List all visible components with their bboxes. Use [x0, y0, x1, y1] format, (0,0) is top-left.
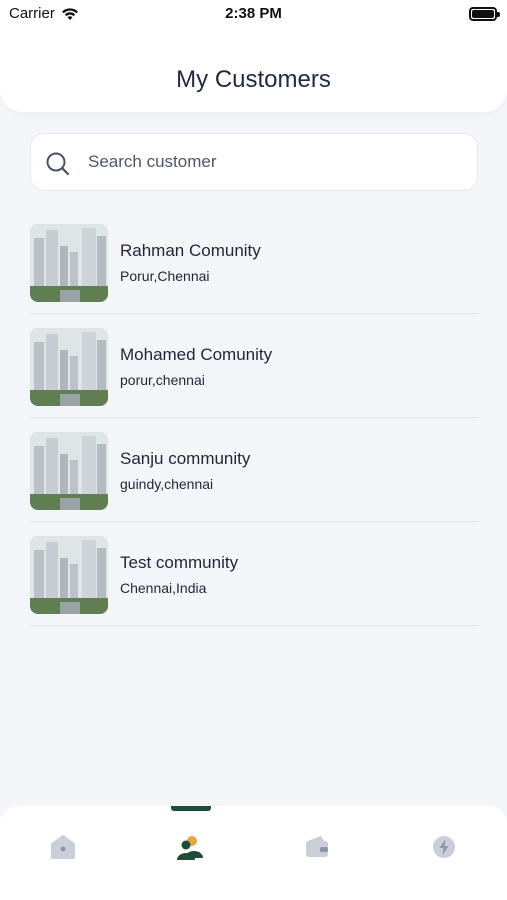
- customer-name: Mohamed Comunity: [120, 345, 273, 364]
- search-icon: [46, 152, 70, 176]
- customer-location: porur,chennai: [120, 372, 205, 388]
- customer-location: Chennai,India: [120, 580, 207, 596]
- customer-thumbnail: [30, 432, 108, 510]
- tab-bar: [0, 806, 507, 900]
- wallet-icon: [306, 836, 328, 857]
- customer-name: Test community: [120, 553, 239, 572]
- tab-wallet[interactable]: [254, 806, 380, 900]
- customer-name: Rahman Comunity: [120, 241, 261, 260]
- customer-list: Rahman Comunity Porur,Chennai Mohamed Co…: [30, 210, 478, 626]
- customer-thumbnail: [30, 328, 108, 406]
- tab-home[interactable]: [0, 806, 126, 900]
- tab-customers[interactable]: [127, 806, 253, 900]
- search-box[interactable]: [30, 133, 478, 191]
- page-title: My Customers: [176, 66, 331, 93]
- list-item[interactable]: Test community Chennai,India: [30, 522, 478, 626]
- list-item[interactable]: Rahman Comunity Porur,Chennai: [30, 210, 478, 314]
- tab-bolt[interactable]: [381, 806, 507, 900]
- active-tab-indicator: [171, 806, 211, 811]
- customer-location: Porur,Chennai: [120, 268, 210, 284]
- search-input[interactable]: [88, 134, 458, 190]
- customer-name: Sanju community: [120, 449, 251, 468]
- customer-location: guindy,chennai: [120, 476, 214, 492]
- customers-icon: [177, 836, 203, 860]
- header: Carrier 2:38 PM My Customers: [0, 0, 507, 112]
- bolt-icon: [433, 836, 455, 858]
- list-item[interactable]: Mohamed Comunity porur,chennai: [30, 314, 478, 418]
- list-item[interactable]: Sanju community guindy,chennai: [30, 418, 478, 522]
- status-time: 2:38 PM: [225, 5, 282, 22]
- customer-thumbnail: [30, 224, 108, 302]
- battery-icon: [469, 7, 500, 21]
- customer-thumbnail: [30, 536, 108, 614]
- status-bar: Carrier 2:38 PM: [0, 0, 507, 28]
- home-icon: [51, 835, 75, 859]
